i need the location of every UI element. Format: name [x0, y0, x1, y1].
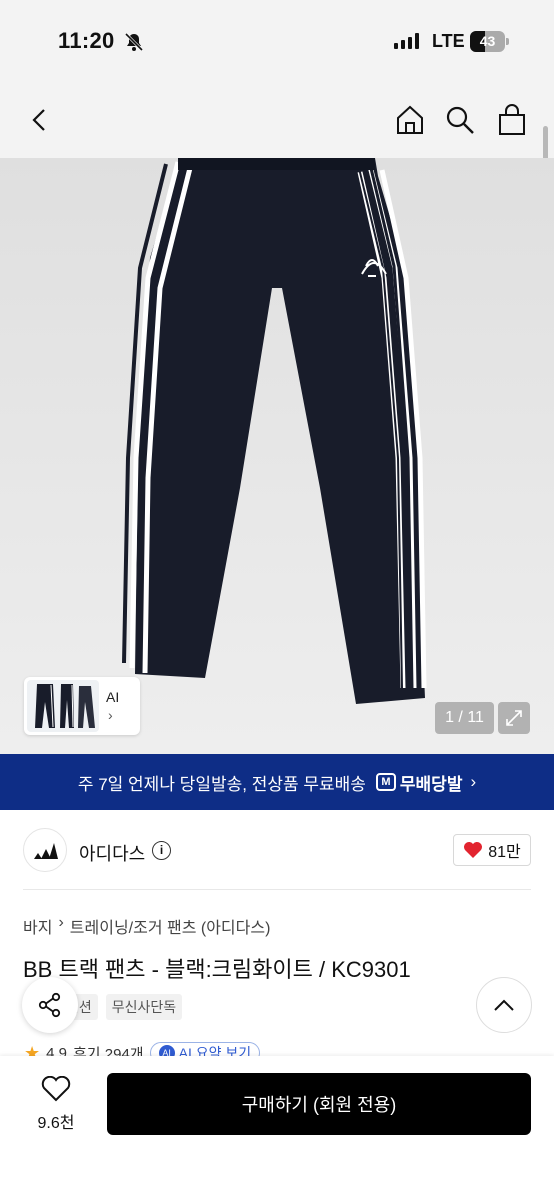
buy-button[interactable]: 구매하기 (회원 전용)	[107, 1073, 531, 1135]
battery-percent: 43	[479, 33, 496, 49]
adidas-logo-icon	[34, 843, 58, 859]
breadcrumb: 바지 › 트레이닝/조거 팬츠 (아디다스)	[23, 914, 270, 938]
breadcrumb-separator: ›	[58, 914, 64, 931]
image-counter: 1 / 11	[435, 702, 494, 734]
thumbnail-image	[27, 680, 99, 732]
brand-logo[interactable]	[23, 828, 67, 872]
share-button[interactable]	[22, 977, 78, 1033]
network-label: LTE	[432, 31, 465, 51]
shopping-bag-icon[interactable]	[494, 102, 530, 138]
breadcrumb-item-subcategory[interactable]: 트레이닝/조거 팬츠 (아디다스)	[70, 914, 271, 938]
battery-icon: 43	[470, 31, 509, 52]
breadcrumb-item-category[interactable]: 바지	[23, 914, 52, 938]
divider	[23, 889, 531, 890]
promo-text: 주 7일 언제나 당일발송, 전상품 무료배송	[77, 774, 366, 794]
heart-outline-icon	[41, 1075, 71, 1102]
bell-muted-icon	[124, 32, 144, 52]
product-tags: 디션 무신사단독	[60, 994, 183, 1020]
thumbnail-ai-label: AI	[106, 689, 120, 705]
brand-like-button[interactable]: 81만	[453, 834, 531, 866]
brand-name[interactable]: 아디다스	[79, 840, 145, 866]
shipping-promo-banner[interactable]: 주 7일 언제나 당일발송, 전상품 무료배송 M 무배당발 ›	[0, 754, 554, 810]
chevron-right-icon: ›	[108, 707, 113, 723]
m-delivery-icon: M	[375, 773, 396, 791]
back-arrow-icon[interactable]	[22, 102, 58, 138]
status-bar: 11:20 LTE 43	[0, 0, 554, 84]
wishlist-button[interactable]: 9.6천	[30, 1075, 82, 1133]
ai-thumbnail-button[interactable]: AI ›	[24, 677, 140, 735]
heart-filled-icon	[464, 842, 483, 858]
top-nav	[0, 84, 554, 158]
signal-icon	[394, 33, 419, 49]
tag-exclusive: 무신사단독	[105, 994, 183, 1020]
bottom-action-bar: 9.6천 구매하기 (회원 전용)	[0, 1056, 554, 1200]
product-title: BB 트랙 팬츠 - 블랙:크림화이트 / KC9301	[23, 957, 411, 982]
scroll-top-button[interactable]	[476, 977, 532, 1033]
promo-badge-label: 무배당발	[399, 774, 463, 794]
wishlist-count: 9.6천	[37, 1115, 75, 1132]
search-icon[interactable]	[442, 102, 478, 138]
info-icon[interactable]: i	[152, 841, 171, 860]
track-pants-illustration	[122, 158, 427, 704]
status-time: 11:20	[58, 28, 115, 53]
home-icon[interactable]	[392, 102, 428, 138]
promo-badge: M 무배당발	[375, 770, 463, 795]
expand-icon[interactable]	[498, 702, 530, 734]
share-icon	[38, 992, 61, 1018]
chevron-up-icon	[494, 999, 514, 1011]
brand-like-count: 81만	[488, 844, 521, 861]
product-image[interactable]	[0, 158, 554, 754]
chevron-right-icon: ›	[470, 772, 477, 791]
